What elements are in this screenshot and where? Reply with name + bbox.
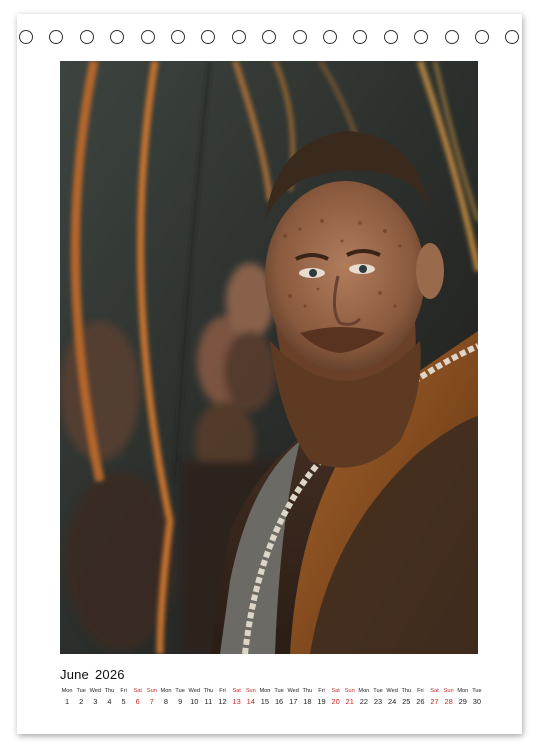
binding-ring [49,30,64,44]
day-number: 25 [402,697,411,706]
binding-ring [19,30,33,44]
binding-ring [262,30,277,44]
weekday-label: Tue [175,688,185,694]
weekday-label: Sat [430,688,439,694]
day-number: 24 [388,697,397,706]
day-number: 5 [121,697,126,706]
weekday-label: Tue [76,688,86,694]
day-number: 29 [458,697,467,706]
calendar-strip: Mon Tue Wed Thu Fri Sat Sun Mon Tue Wed Thu Fri Sat S… [60,687,484,708]
day-number: 16 [274,697,284,706]
weekday-label: Tue [472,688,482,694]
day-number: 13 [232,697,241,706]
day-number: 23 [373,697,383,706]
month-title: June 2026 [60,667,131,683]
weekday-label: Sat [331,688,340,694]
weekday-label: Mon [259,688,271,694]
weekday-label: Mon [61,688,73,694]
weekday-label: Fri [318,688,325,694]
binding-ring [475,30,489,44]
day-number: 26 [416,697,425,706]
day-number: 3 [93,697,98,706]
day-number: 27 [430,697,439,706]
binding-ring [110,30,125,44]
weekday-label: Thu [104,688,115,694]
day-number: 18 [303,697,312,706]
binding-ring [323,30,337,44]
binding-ring [444,30,459,44]
weekday-label: Fri [219,688,226,694]
day-number: 30 [472,697,482,706]
weekday-label: Fri [417,688,424,694]
weekday-label: Wed [89,688,102,694]
day-number: 22 [359,697,368,706]
weekday-label: Mon [358,688,370,694]
weekday-label: Wed [188,688,200,694]
day-number: 28 [444,697,453,706]
binding-ring [292,30,307,44]
day-number: 8 [163,697,169,706]
weekday-label: Sat [133,688,142,694]
day-number: 7 [149,697,154,706]
weekday-label: Tue [373,688,383,694]
weekday-label: Sun [245,688,256,694]
binding-ring [231,30,246,44]
binding-ring [505,30,520,44]
binding-ring [201,30,216,44]
weekday-label: Sun [344,688,355,694]
weekday-label: Thu [203,688,214,694]
weekday-label: Sun [146,688,157,694]
day-number: 4 [107,697,112,706]
day-number: 15 [260,697,270,706]
weekday-label: Wed [386,688,398,694]
day-number: 10 [190,697,199,706]
day-number: 12 [218,697,227,706]
weekday-label: Sun [443,688,454,694]
binding-ring [171,30,185,44]
weekday-label: Fri [120,688,127,694]
year: 2026 [95,667,125,682]
day-number: 17 [289,697,298,706]
day-number: 14 [246,697,255,706]
archer-portrait-image [60,61,478,654]
calendar-page: June 2026 Mon Tue Wed Thu Fri Sat Sun Mon Tue Wed T… [17,14,522,734]
day-number: 9 [178,697,183,706]
binding-ring [79,30,94,44]
weekday-label: Wed [287,688,299,694]
day-number: 21 [345,697,354,706]
binding-ring [353,30,368,44]
binding-ring [140,30,155,44]
weekday-label: Thu [401,688,412,694]
calendar-photo [60,61,478,654]
binding-ring [383,30,398,44]
day-number: 2 [79,697,84,706]
spiral-binding [17,30,522,46]
weekday-label: Mon [160,688,172,694]
day-number: 1 [65,697,70,706]
weekday-label: Sat [232,688,241,694]
weekday-label: Thu [302,688,313,694]
month-name: June [60,667,89,682]
binding-ring [414,30,429,44]
day-number: 11 [204,697,213,706]
weekday-label: Mon [457,688,469,694]
weekday-label: Tue [274,688,284,694]
day-number: 20 [331,697,340,706]
day-number: 19 [317,697,326,706]
day-number: 6 [135,697,140,706]
